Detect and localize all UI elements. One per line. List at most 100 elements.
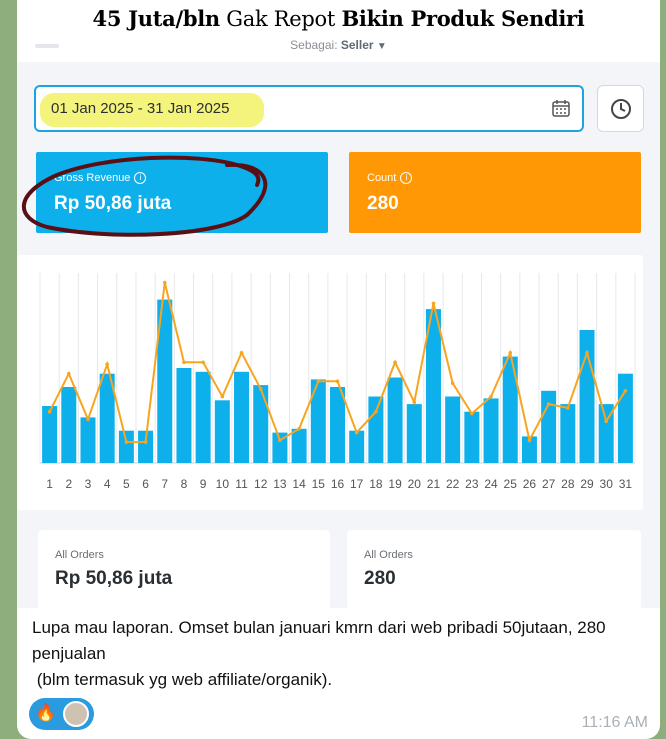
x-tick-label: 26 [523, 477, 537, 491]
bar-day-11 [234, 371, 250, 463]
role-label: Sebagai: [290, 38, 338, 52]
bar-day-10 [214, 400, 230, 463]
all-orders-revenue-card[interactable]: All Orders Rp 50,86 juta [38, 530, 330, 610]
all-orders-count-value: 280 [364, 568, 396, 589]
hand-drawn-circle [21, 155, 268, 237]
x-tick-label: 24 [484, 477, 498, 491]
trend-point [393, 360, 397, 365]
bar-day-31 [617, 373, 633, 463]
date-range-input[interactable]: 01 Jan 2025 - 31 Jan 2025 [34, 85, 584, 132]
trend-point [220, 394, 225, 399]
x-tick-label: 18 [369, 477, 383, 491]
all-orders-revenue-value: Rp 50,86 juta [55, 568, 173, 589]
trend-point [258, 387, 263, 391]
trend-point [201, 360, 205, 365]
trend-point [354, 430, 359, 435]
bar-day-5 [118, 430, 134, 463]
message-text: Lupa mau laporan. Omset bulan januari km… [32, 618, 606, 689]
trend-point [450, 381, 455, 385]
x-tick-label: 21 [427, 477, 441, 491]
headline-bold-2: Bikin Produk Sendiri [341, 6, 585, 31]
x-tick-label: 28 [561, 477, 575, 491]
x-tick-label: 7 [161, 477, 168, 491]
bar-day-19 [387, 377, 403, 463]
x-tick-label: 4 [104, 477, 111, 491]
x-tick-label: 20 [408, 477, 422, 491]
bar-day-14 [291, 428, 307, 463]
history-button[interactable] [597, 85, 644, 132]
headline-normal: Gak Repot [226, 7, 336, 31]
dashboard: 01 Jan 2025 - 31 Jan 2025 Gross Revenue … [17, 62, 660, 610]
trend-point [431, 301, 436, 306]
trend-point [297, 427, 301, 431]
x-tick-label: 31 [619, 477, 633, 491]
x-tick-label: 3 [85, 477, 92, 491]
bar-day-27 [541, 390, 557, 463]
bar-day-2 [61, 387, 77, 463]
avatar [63, 701, 89, 727]
x-tick-label: 1 [46, 477, 53, 491]
calendar-icon[interactable] [552, 99, 570, 117]
trend-point [470, 411, 474, 416]
x-tick-label: 2 [65, 477, 72, 491]
all-orders-revenue-label: All Orders [55, 549, 104, 561]
bar-day-9 [195, 371, 211, 463]
bar-day-23 [464, 411, 480, 463]
trend-point [585, 351, 589, 355]
role-selector[interactable]: Sebagai: Seller ▼ [17, 38, 660, 52]
trend-point [66, 371, 71, 376]
trend-point [162, 280, 167, 285]
clock-icon [611, 99, 631, 119]
all-orders-count-card[interactable]: All Orders 280 [347, 530, 641, 610]
x-tick-label: 10 [216, 477, 230, 491]
x-tick-label: 8 [181, 477, 188, 491]
trend-point [105, 362, 109, 366]
bar-day-16 [330, 387, 345, 463]
x-tick-label: 23 [465, 477, 479, 491]
trend-point [527, 438, 532, 442]
bar-day-22 [445, 396, 461, 463]
bar-day-3 [80, 417, 96, 463]
trend-point [374, 409, 378, 414]
x-tick-label: 14 [292, 477, 306, 491]
title-area: 45 Juta/bln Gak Repot Bikin Produk Sendi… [17, 0, 660, 62]
trend-point [604, 419, 609, 423]
x-tick-label: 12 [254, 477, 268, 491]
x-tick-label: 13 [273, 477, 287, 491]
trend-point [182, 360, 186, 365]
bar-day-20 [406, 404, 422, 463]
trend-point [47, 409, 52, 414]
info-icon[interactable]: i [400, 172, 413, 184]
trend-point [239, 351, 244, 355]
trend-point [86, 417, 90, 422]
bar-day-8 [176, 368, 192, 463]
bar-day-12 [253, 385, 269, 463]
message-time: 11:16 AM [581, 714, 648, 731]
trend-point [566, 406, 570, 410]
x-tick-label: 30 [600, 477, 614, 491]
trend-point [546, 402, 551, 406]
all-orders-count-label: All Orders [364, 549, 413, 561]
x-tick-label: 17 [350, 477, 364, 491]
bar-day-24 [483, 398, 499, 463]
headline-bold-1: 45 Juta/bln [92, 6, 221, 31]
trend-point [623, 389, 628, 393]
x-tick-label: 15 [312, 477, 326, 491]
date-range-text: 01 Jan 2025 - 31 Jan 2025 [51, 100, 230, 117]
trend-point [316, 379, 321, 384]
count-card[interactable]: Count i 280 [349, 152, 641, 233]
chart-svg: 1 2 3 4 5 6 7 8 9 10 11 12 13 14 15 16 17 18 19 20 21 22 23 24 2… [39, 273, 636, 491]
daily-chart: 1 2 3 4 5 6 7 8 9 10 11 12 13 14 15 16 17 18 19 20 21 22 23 24 2… [17, 255, 643, 510]
headline: 45 Juta/bln Gak Repot Bikin Produk Sendi… [17, 6, 660, 31]
trend-point [508, 351, 513, 355]
x-tick-label: 22 [446, 477, 460, 491]
count-label: Count [367, 172, 397, 184]
trend-point [124, 440, 129, 444]
x-tick-label: 5 [123, 477, 130, 491]
x-tick-label: 9 [200, 477, 207, 491]
x-tick-label: 29 [580, 477, 594, 491]
x-tick-label: 27 [542, 477, 556, 491]
reaction-pill[interactable]: 🔥 [29, 698, 94, 730]
bar-day-17 [349, 430, 365, 463]
bar-day-18 [368, 396, 384, 463]
